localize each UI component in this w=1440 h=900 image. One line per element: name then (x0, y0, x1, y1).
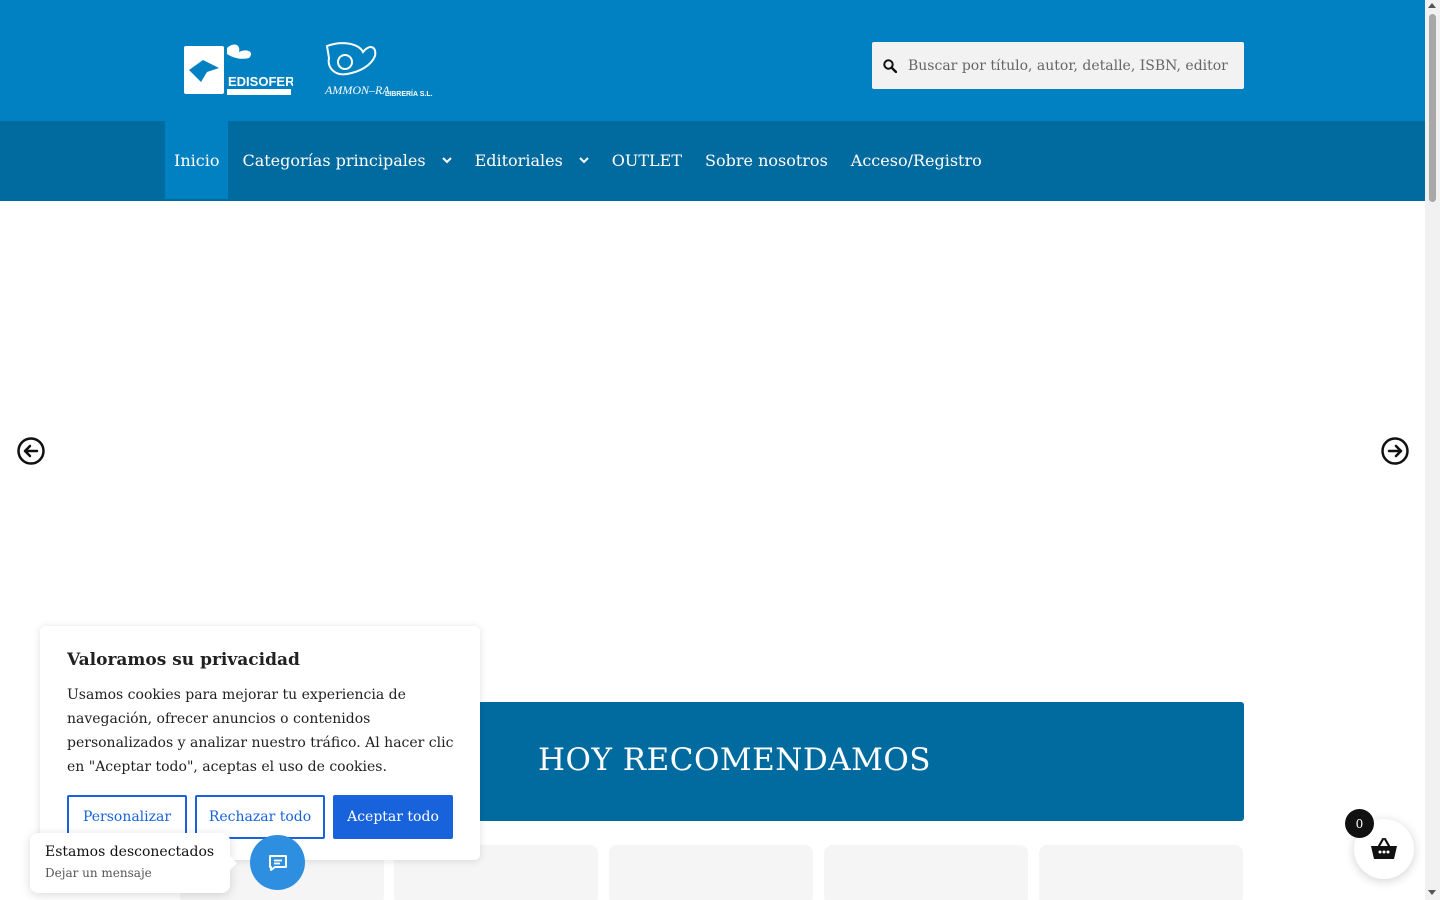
chat-icon (268, 854, 287, 871)
search-box[interactable] (872, 42, 1244, 89)
nav-item-label: Editoriales (474, 150, 563, 170)
nav-item-editoriales[interactable]: Editoriales (466, 121, 598, 199)
cookie-consent-dialog: Valoramos su privacidad Usamos cookies p… (40, 626, 480, 860)
search-input[interactable] (908, 42, 1228, 89)
search-icon (872, 42, 908, 89)
top-header: EDISOFER S.L. AMMON–RA LIBRERÍA S.L. (0, 0, 1425, 121)
product-card[interactable] (1039, 845, 1243, 900)
chat-subtitle: Dejar un mensaje (45, 866, 152, 880)
nav-item-label: Inicio (174, 150, 220, 170)
accept-all-button[interactable]: Aceptar todo (333, 795, 453, 839)
scroll-thumb[interactable] (1429, 14, 1436, 202)
chat-button[interactable] (250, 835, 305, 890)
scroll-up-icon[interactable] (1428, 3, 1436, 8)
nav-item-outlet[interactable]: OUTLET (603, 121, 691, 199)
arrow-left-circle-icon (17, 437, 45, 465)
recommend-title: HOY RECOMENDAMOS (538, 742, 932, 778)
nav-item-label: Categorías principales (242, 150, 426, 170)
slider-next-button[interactable] (1381, 437, 1409, 465)
nav-item-categorias[interactable]: Categorías principales (233, 121, 460, 199)
edisofer-logo[interactable]: EDISOFER S.L. (183, 42, 293, 98)
cookie-text: Usamos cookies para mejorar tu experienc… (67, 687, 454, 775)
main-nav: Inicio Categorías principales Editoriale… (165, 121, 991, 199)
chevron-down-icon (579, 156, 589, 164)
nav-item-acceso-registro[interactable]: Acceso/Registro (842, 121, 991, 199)
svg-text:EDISOFER S.L.: EDISOFER S.L. (228, 74, 293, 89)
chevron-down-icon (441, 156, 452, 164)
chat-status-bubble[interactable]: Estamos desconectados Dejar un mensaje (30, 833, 237, 893)
nav-item-sobre-nosotros[interactable]: Sobre nosotros (696, 121, 837, 199)
cookie-title: Valoramos su privacidad (67, 650, 300, 670)
basket-icon (1371, 837, 1397, 859)
slider-prev-button[interactable] (17, 437, 45, 465)
chat-title: Estamos desconectados (45, 844, 215, 860)
logos: EDISOFER S.L. AMMON–RA LIBRERÍA S.L. (183, 42, 443, 100)
arrow-right-circle-icon (1381, 437, 1409, 465)
ammon-ra-logo[interactable]: AMMON–RA LIBRERÍA S.L. (323, 42, 433, 100)
svg-text:AMMON–RA: AMMON–RA (324, 83, 390, 97)
nav-item-label: Acceso/Registro (850, 150, 982, 170)
scroll-down-icon[interactable] (1428, 890, 1436, 895)
recommend-banner: HOY RECOMENDAMOS (470, 702, 1244, 821)
cart-count-badge: 0 (1345, 809, 1374, 838)
page-scrollbar[interactable] (1425, 0, 1440, 900)
product-card[interactable] (609, 845, 813, 900)
product-card[interactable] (824, 845, 1028, 900)
nav-item-inicio[interactable]: Inicio (165, 121, 229, 199)
nav-item-label: OUTLET (611, 150, 683, 170)
svg-text:LIBRERÍA S.L.: LIBRERÍA S.L. (385, 89, 433, 98)
nav-item-label: Sobre nosotros (705, 150, 828, 170)
main-navbar: Inicio Categorías principales Editoriale… (0, 121, 1425, 201)
